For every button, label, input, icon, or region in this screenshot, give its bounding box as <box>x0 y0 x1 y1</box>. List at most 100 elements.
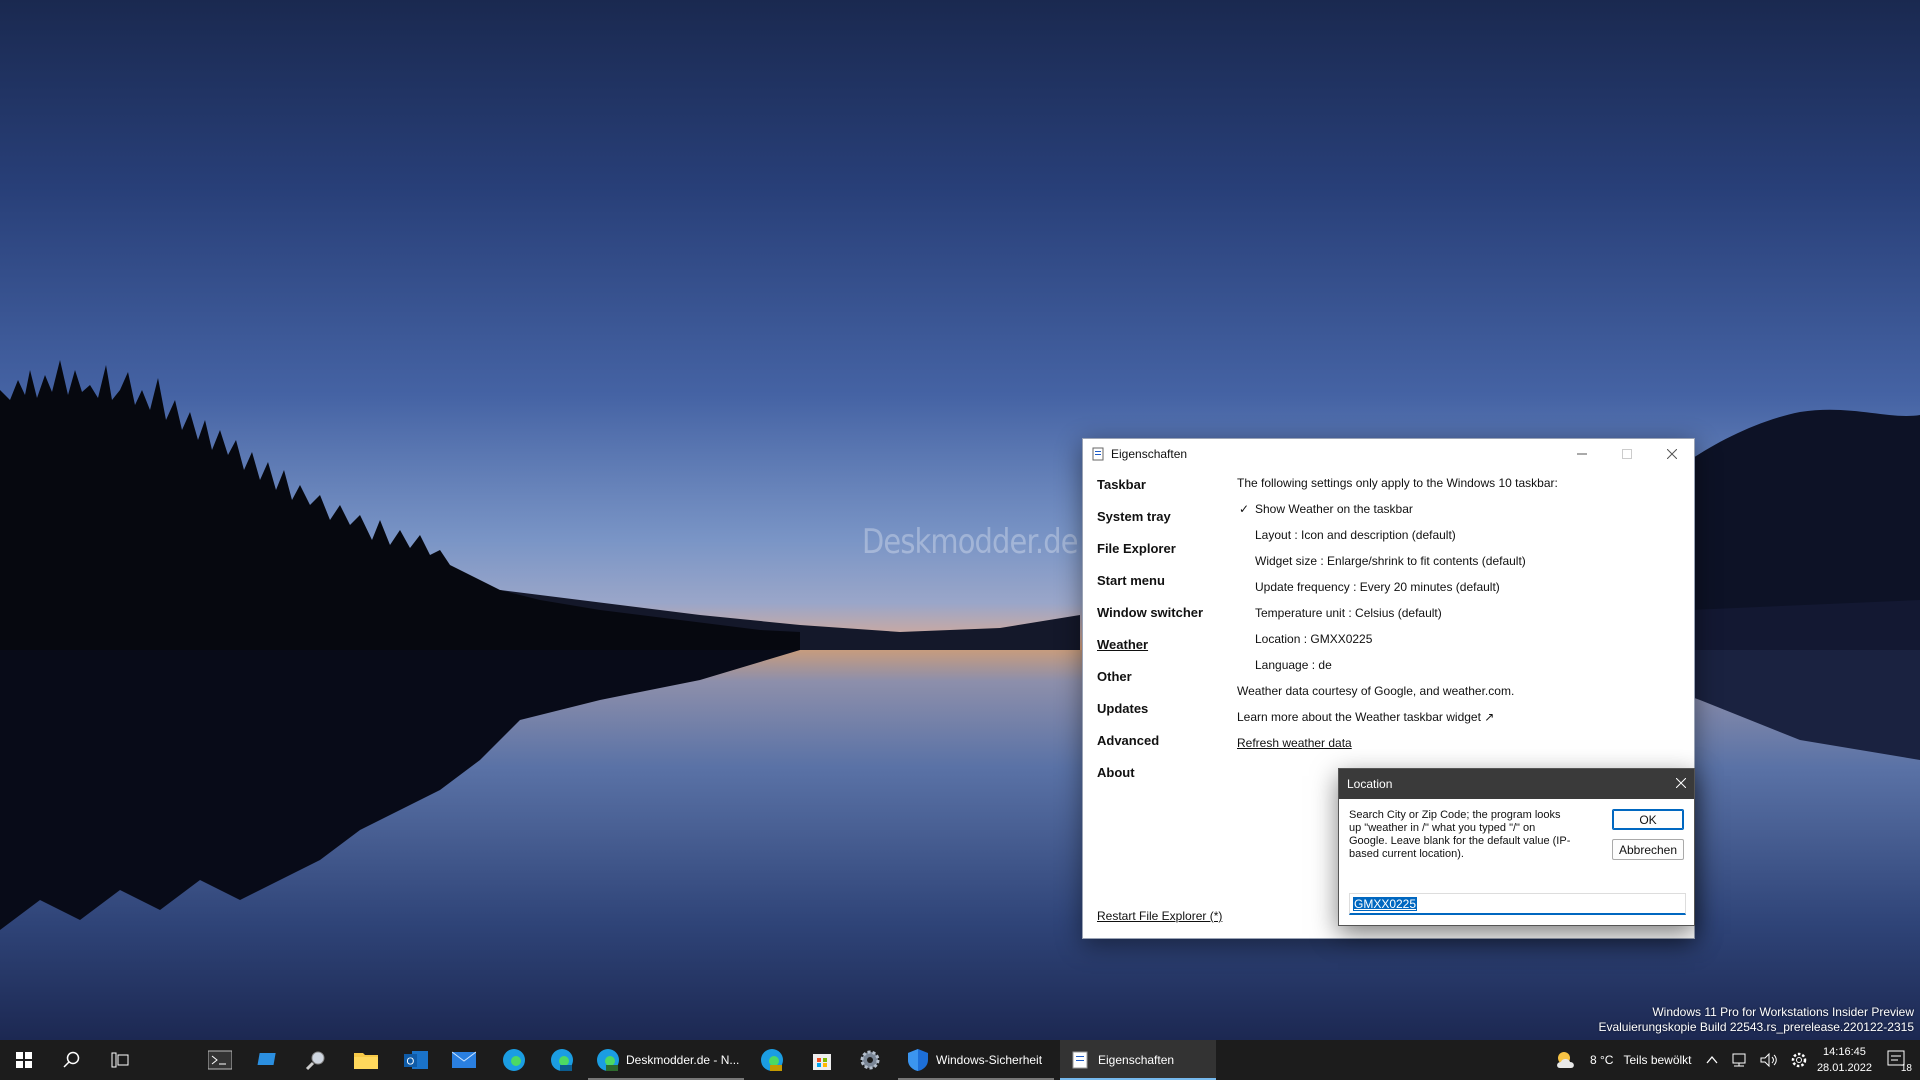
weather-courtesy-text: Weather data courtesy of Google, and wea… <box>1237 684 1515 698</box>
edge-beta-icon <box>551 1049 573 1071</box>
magnifier-taskbar-button[interactable] <box>292 1040 340 1080</box>
gear-icon <box>860 1050 880 1070</box>
layout-option[interactable]: Layout : Icon and description (default) <box>1237 527 1558 553</box>
dialog-description: Search City or Zip Code; the program loo… <box>1349 809 1571 860</box>
settings-taskbar-button[interactable] <box>846 1040 894 1080</box>
windows-version-line1: Windows 11 Pro for Workstations Insider … <box>1652 1005 1914 1019</box>
system-tray-icons <box>1706 1040 1808 1080</box>
taskbar-app-label: Eigenschaften <box>1098 1053 1175 1067</box>
minimize-button[interactable] <box>1559 439 1604 469</box>
notification-center-button[interactable]: 18 <box>1886 1048 1912 1074</box>
start-button[interactable] <box>0 1040 48 1080</box>
location-input-value[interactable]: GMXX0225 <box>1353 897 1418 911</box>
file-explorer-taskbar-button[interactable] <box>342 1040 390 1080</box>
task-view-icon <box>111 1052 129 1068</box>
sidebar-item-window-switcher[interactable]: Window switcher <box>1097 605 1203 637</box>
edge-taskbar-button[interactable] <box>490 1040 538 1080</box>
edge-icon <box>503 1049 525 1071</box>
sidebar-item-advanced[interactable]: Advanced <box>1097 733 1203 765</box>
clock-time: 14:16:45 <box>1823 1046 1866 1058</box>
search-button[interactable] <box>48 1040 96 1080</box>
windows-version-watermark: Windows 11 Pro for Workstations Insider … <box>1598 1005 1914 1035</box>
terminal-icon <box>208 1050 232 1070</box>
deskmodder-watermark: Deskmodder.de <box>862 522 1078 562</box>
refresh-weather-link[interactable]: Refresh weather data <box>1237 736 1352 750</box>
dialog-close-button[interactable] <box>1675 775 1687 791</box>
outlook-icon: O <box>404 1051 428 1069</box>
notification-count: 18 <box>1900 1063 1912 1074</box>
clock[interactable]: 14:16:45 28.01.2022 <box>1817 1044 1872 1076</box>
sidebar-item-start-menu[interactable]: Start menu <box>1097 573 1203 605</box>
show-weather-label: Show Weather on the taskbar <box>1255 502 1413 516</box>
taskbar-app-label: Deskmodder.de - N... <box>626 1053 740 1067</box>
learn-more-link[interactable]: Learn more about the Weather taskbar wid… <box>1237 709 1558 735</box>
sidebar-item-system-tray[interactable]: System tray <box>1097 509 1203 541</box>
edge-beta-taskbar-button[interactable] <box>538 1040 586 1080</box>
sidebar-item-other[interactable]: Other <box>1097 669 1203 701</box>
settings-gear-icon[interactable] <box>1790 1051 1808 1069</box>
chevron-up-icon[interactable] <box>1706 1054 1718 1066</box>
store-icon <box>813 1054 831 1070</box>
weather-widget[interactable]: 8 °C Teils bewölkt <box>1552 1040 1692 1080</box>
weather-intro-text: The following settings only apply to the… <box>1237 476 1558 490</box>
location-option[interactable]: Location : GMXX0225 <box>1237 631 1558 657</box>
close-button[interactable] <box>1649 439 1694 469</box>
dialog-title: Location <box>1347 777 1393 791</box>
store-taskbar-button[interactable] <box>798 1040 846 1080</box>
network-icon[interactable] <box>1730 1052 1748 1068</box>
task-view-button[interactable] <box>96 1040 144 1080</box>
taskbar-app-deskmodder[interactable]: Deskmodder.de - N... <box>588 1040 744 1080</box>
sidebar-item-taskbar[interactable]: Taskbar <box>1097 477 1203 509</box>
restart-explorer-link[interactable]: Restart File Explorer (*) <box>1097 909 1222 923</box>
mail-taskbar-button[interactable] <box>440 1040 488 1080</box>
temperature-unit-option[interactable]: Temperature unit : Celsius (default) <box>1237 605 1558 631</box>
widget-size-option[interactable]: Widget size : Enlarge/shrink to fit cont… <box>1237 553 1558 579</box>
weather-temperature: 8 °C <box>1590 1053 1614 1067</box>
magnifier-icon <box>305 1051 325 1071</box>
windows-version-line2: Evaluierungskopie Build 22543.rs_prerele… <box>1598 1020 1914 1034</box>
weather-settings-panel: The following settings only apply to the… <box>1237 475 1558 761</box>
language-option[interactable]: Language : de <box>1237 657 1558 683</box>
dialog-titlebar[interactable]: Location <box>1339 769 1694 799</box>
sidebar-item-about[interactable]: About <box>1097 765 1203 797</box>
app-icon <box>1092 447 1104 461</box>
remote-desktop-icon <box>257 1053 276 1065</box>
location-input-field[interactable]: GMXX0225 <box>1349 893 1686 915</box>
sidebar-item-updates[interactable]: Updates <box>1097 701 1203 733</box>
volume-icon[interactable] <box>1760 1052 1778 1068</box>
taskbar-app-windows-security[interactable]: Windows-Sicherheit <box>898 1040 1054 1080</box>
cancel-button[interactable]: Abbrechen <box>1612 839 1684 860</box>
update-frequency-option[interactable]: Update frequency : Every 20 minutes (def… <box>1237 579 1558 605</box>
shield-icon <box>908 1049 928 1071</box>
search-icon <box>63 1051 80 1068</box>
terminal-taskbar-button[interactable] <box>196 1040 244 1080</box>
sidebar-item-file-explorer[interactable]: File Explorer <box>1097 541 1203 573</box>
taskbar-app-eigenschaften[interactable]: Eigenschaften <box>1060 1040 1216 1080</box>
taskbar: O Deskmodder.de - N... Windows-Sicherhei… <box>0 1040 1920 1080</box>
mail-icon <box>452 1051 476 1068</box>
sidebar-item-weather[interactable]: Weather <box>1097 637 1203 669</box>
edge-canary-taskbar-button[interactable] <box>748 1040 796 1080</box>
close-icon <box>1666 449 1677 459</box>
windows-logo-icon <box>16 1052 32 1068</box>
maximize-button <box>1604 439 1649 469</box>
checkmark-icon: ✓ <box>1239 502 1250 516</box>
clock-date: 28.01.2022 <box>1816 1062 1872 1074</box>
svg-text:O: O <box>407 1057 415 1068</box>
close-icon <box>1675 777 1687 789</box>
outlook-taskbar-button[interactable]: O <box>392 1040 440 1080</box>
properties-icon <box>1072 1051 1088 1069</box>
edge-dev-icon <box>597 1049 619 1071</box>
settings-sidebar: Taskbar System tray File Explorer Start … <box>1097 477 1203 797</box>
weather-description: Teils bewölkt <box>1623 1053 1692 1067</box>
show-weather-option[interactable]: ✓ Show Weather on the taskbar <box>1237 501 1558 527</box>
ok-button[interactable]: OK <box>1612 809 1684 830</box>
edge-canary-icon <box>761 1049 783 1071</box>
remote-taskbar-button[interactable] <box>244 1040 292 1080</box>
window-title: Eigenschaften <box>1111 447 1188 461</box>
folder-icon <box>354 1053 378 1069</box>
taskbar-app-label: Windows-Sicherheit <box>936 1053 1043 1067</box>
partly-cloudy-icon <box>1557 1052 1574 1068</box>
location-dialog: Location Search City or Zip Code; the pr… <box>1338 768 1695 926</box>
maximize-icon <box>1621 449 1632 459</box>
